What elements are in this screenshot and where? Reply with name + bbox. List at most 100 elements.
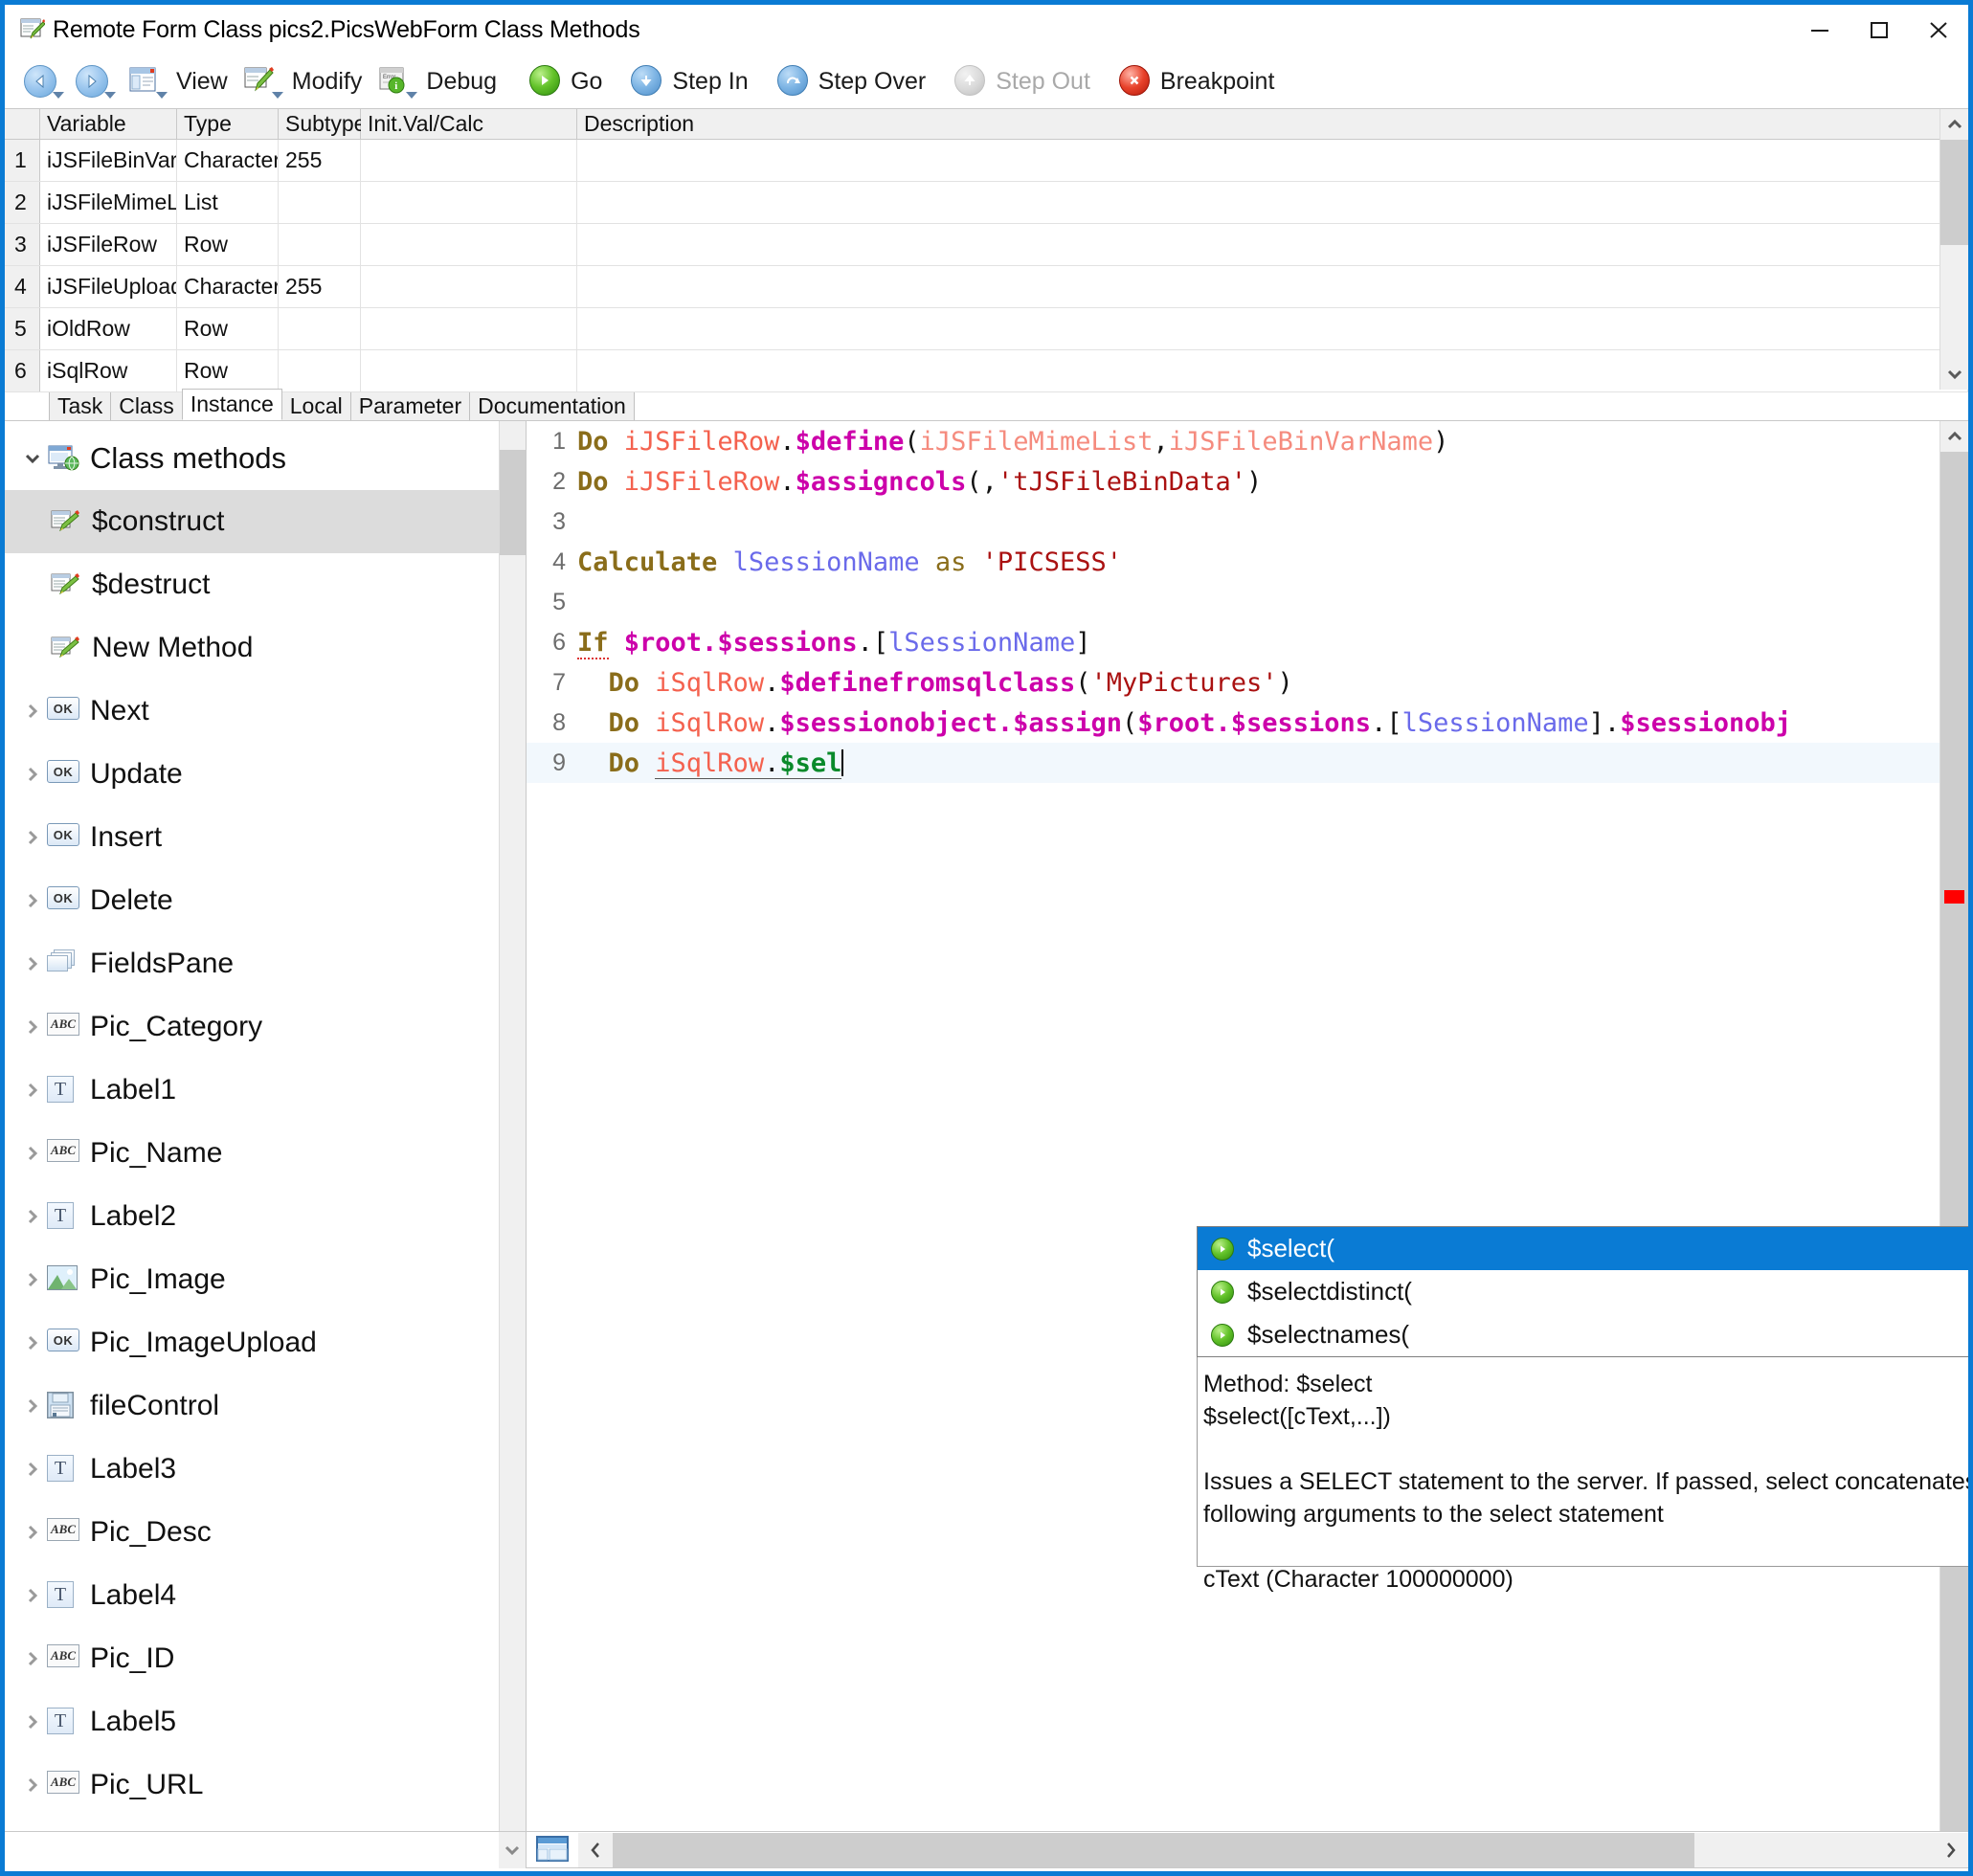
editor-scrollbar[interactable] (1939, 421, 1968, 1831)
tree-item-label4[interactable]: T Label4 (5, 1564, 526, 1627)
cell-initval[interactable] (361, 182, 577, 223)
cell-description[interactable] (577, 224, 1968, 265)
tree-item-label1[interactable]: T Label1 (5, 1059, 526, 1122)
cell-variable[interactable]: iOldRow (40, 308, 177, 349)
toolbar-forward-button[interactable] (70, 55, 122, 108)
chevron-right-icon[interactable] (18, 891, 47, 910)
editor-horizontal-scrollbar[interactable] (527, 1832, 1968, 1868)
grid-col-rownum[interactable] (5, 109, 40, 139)
toolbar-back-button[interactable] (18, 55, 70, 108)
tab-documentation[interactable]: Documentation (469, 391, 635, 420)
scrollbar-thumb[interactable] (500, 450, 526, 555)
toolbar-view-button[interactable]: View (122, 55, 237, 108)
line-text[interactable]: Do iJSFileRow.$assigncols(,'tJSFileBinDa… (571, 467, 1262, 497)
chevron-right-icon[interactable] (18, 1460, 47, 1479)
line-text[interactable]: If $root.$sessions.[lSessionName] (571, 627, 1090, 659)
chevron-up-icon[interactable] (1940, 109, 1968, 140)
tab-instance[interactable]: Instance (181, 389, 282, 420)
code-line[interactable]: 4 Calculate lSessionName as 'PICSESS' (527, 542, 1939, 582)
line-text[interactable]: Calculate lSessionName as 'PICSESS' (571, 547, 1122, 577)
cell-description[interactable] (577, 140, 1968, 181)
line-text[interactable]: Do iJSFileRow.$define(iJSFileMimeList,iJ… (571, 427, 1448, 457)
variable-grid-scrollbar[interactable] (1939, 109, 1968, 390)
table-row[interactable]: 5 iOldRow Row (5, 308, 1968, 350)
tree-item-pic-image[interactable]: Pic_Image (5, 1248, 526, 1311)
tab-local[interactable]: Local (280, 391, 351, 420)
grid-col-subtype[interactable]: Subtype (279, 109, 366, 139)
chevron-right-icon[interactable] (18, 1144, 47, 1163)
autocomplete-item-select[interactable]: $select( (1198, 1227, 1968, 1270)
chevron-down-icon[interactable] (18, 452, 47, 465)
chevron-right-icon[interactable] (18, 1649, 47, 1668)
table-row[interactable]: 3 iJSFileRow Row (5, 224, 1968, 266)
scrollbar-thumb[interactable] (613, 1832, 1694, 1867)
tree-item-pic-id[interactable]: ABC Pic_ID (5, 1627, 526, 1690)
table-row[interactable]: 2 iJSFileMimeList List (5, 182, 1968, 224)
tree-item-pic-imageupload[interactable]: OK Pic_ImageUpload (5, 1311, 526, 1374)
cell-variable[interactable]: iSqlRow (40, 350, 177, 391)
chevron-up-icon[interactable] (1940, 421, 1968, 452)
tree-item-insert[interactable]: OK Insert (5, 806, 526, 869)
grid-col-type[interactable]: Type (177, 109, 279, 139)
line-text[interactable]: Do iSqlRow.$definefromsqlclass('MyPictur… (571, 668, 1293, 698)
chevron-right-icon[interactable] (18, 1333, 47, 1352)
cell-initval[interactable] (361, 308, 577, 349)
tree-item-label2[interactable]: T Label2 (5, 1185, 526, 1248)
chevron-down-icon[interactable] (499, 1831, 526, 1868)
tree-item-pic-category[interactable]: ABC Pic_Category (5, 995, 526, 1059)
toolbar-go-button[interactable]: Go (524, 55, 612, 108)
cell-initval[interactable] (361, 224, 577, 265)
code-lines[interactable]: 1 Do iJSFileRow.$define(iJSFileMimeList,… (527, 421, 1939, 1831)
code-line[interactable]: 3 (527, 502, 1939, 542)
autocomplete-item-selectdistinct[interactable]: $selectdistinct( (1198, 1270, 1968, 1313)
cell-subtype[interactable] (279, 308, 361, 349)
chevron-right-icon[interactable] (1934, 1832, 1968, 1867)
cell-initval[interactable] (361, 266, 577, 307)
tree-scrollbar[interactable] (499, 421, 526, 1831)
grid-col-initval[interactable]: Init.Val/Calc (361, 109, 577, 139)
toolbar-step-over-button[interactable]: Step Over (772, 55, 936, 108)
code-line[interactable]: 2 Do iJSFileRow.$assigncols(,'tJSFileBin… (527, 461, 1939, 502)
table-row[interactable]: 4 iJSFileUploadCol Character 255 (5, 266, 1968, 308)
cell-subtype[interactable] (279, 350, 361, 391)
tree-item-pic-desc[interactable]: ABC Pic_Desc (5, 1501, 526, 1564)
cell-subtype[interactable]: 255 (279, 266, 361, 307)
tree-item-filecontrol[interactable]: fileControl (5, 1374, 526, 1438)
tree-item-update[interactable]: OK Update (5, 743, 526, 806)
cell-initval[interactable] (361, 350, 577, 391)
table-row[interactable]: 1 iJSFileBinVarNan Character 255 (5, 140, 1968, 182)
scrollbar-thumb[interactable] (1940, 452, 1968, 1831)
cell-variable[interactable]: iJSFileRow (40, 224, 177, 265)
cell-initval[interactable] (361, 140, 577, 181)
grid-col-description[interactable]: Description (577, 109, 1968, 139)
code-line-current[interactable]: 9 Do iSqlRow.$sel (527, 743, 1939, 783)
tree-item-pic-url[interactable]: ABC Pic_URL (5, 1753, 526, 1817)
chevron-right-icon[interactable] (18, 828, 47, 847)
cell-subtype[interactable] (279, 182, 361, 223)
scrollbar-thumb[interactable] (1940, 140, 1968, 245)
cell-description[interactable] (577, 350, 1968, 391)
tree-item-label5[interactable]: T Label5 (5, 1690, 526, 1753)
grid-col-variable[interactable]: Variable (40, 109, 177, 139)
toolbar-step-out-button[interactable]: Step Out (949, 55, 1100, 108)
cell-subtype[interactable]: 255 (279, 140, 361, 181)
minimize-icon[interactable] (1790, 5, 1850, 55)
tree-item-delete[interactable]: OK Delete (5, 869, 526, 932)
table-row[interactable]: 6 iSqlRow Row (5, 350, 1968, 392)
chevron-right-icon[interactable] (18, 765, 47, 784)
tab-parameter[interactable]: Parameter (349, 391, 471, 420)
cell-type[interactable]: Row (177, 350, 279, 391)
code-line[interactable]: 7 Do iSqlRow.$definefromsqlclass('MyPict… (527, 662, 1939, 703)
autocomplete-popup[interactable]: $select( $selectdistinct( $selectnames( (1197, 1226, 1968, 1357)
toolbar-step-in-button[interactable]: Step In (625, 55, 757, 108)
layout-panes-icon[interactable] (534, 1835, 572, 1865)
code-line[interactable]: 8 Do iSqlRow.$sessionobject.$assign($roo… (527, 703, 1939, 743)
code-line[interactable]: 6 If $root.$sessions.[lSessionName] (527, 622, 1939, 662)
tree-item-pic-name[interactable]: ABC Pic_Name (5, 1122, 526, 1185)
horizontal-scroll-track[interactable] (613, 1832, 1934, 1867)
tree-item-destruct[interactable]: $destruct (5, 553, 526, 616)
tree-item-next[interactable]: OK Next (5, 680, 526, 743)
cell-variable[interactable]: iJSFileUploadCol (40, 266, 177, 307)
chevron-right-icon[interactable] (18, 1523, 47, 1542)
toolbar-debug-button[interactable]: Error i Debug (371, 55, 506, 108)
